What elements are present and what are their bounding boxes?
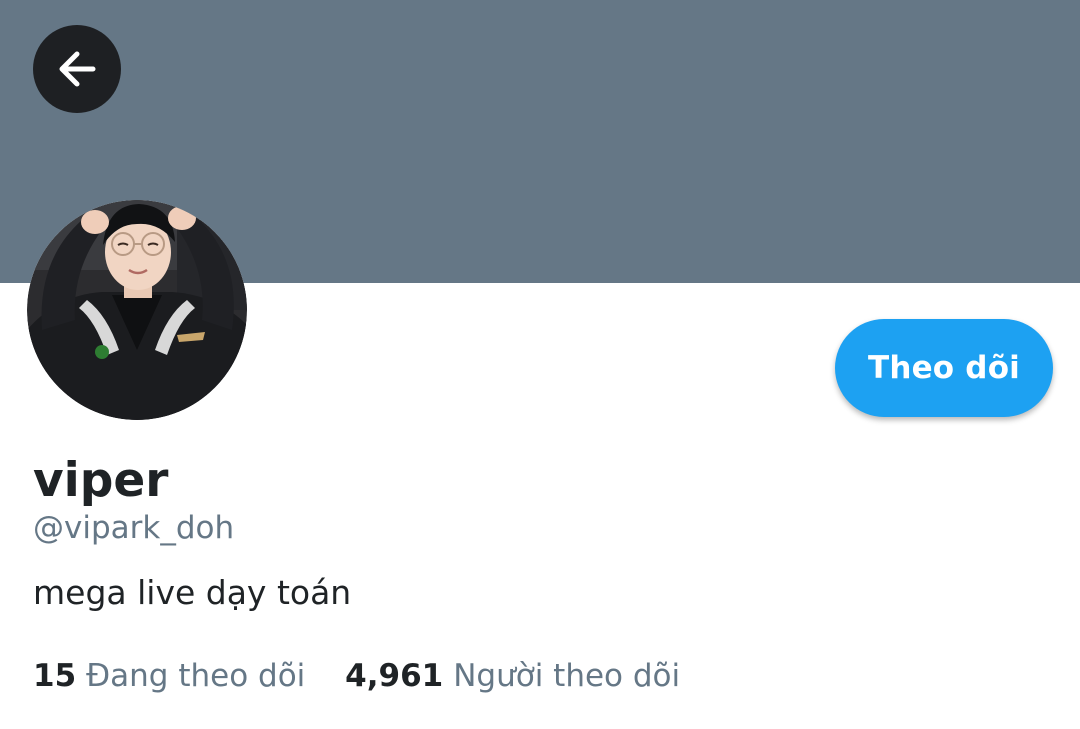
profile-bio: mega live dạy toán [33, 573, 352, 612]
back-button[interactable] [33, 25, 121, 113]
username-handle: @vipark_doh [33, 510, 235, 546]
arrow-left-icon [59, 51, 96, 87]
profile-screen: Theo dõi viper @vipark_doh mega live dạy… [0, 0, 1080, 729]
following-label: Đang theo dõi [86, 658, 306, 694]
followers-label: Người theo dõi [453, 658, 681, 694]
follow-button[interactable]: Theo dõi [835, 319, 1053, 417]
avatar[interactable] [27, 200, 247, 420]
profile-stats: 15 Đang theo dõi 4,961 Người theo dõi [33, 656, 680, 696]
profile-photo [27, 200, 247, 420]
following-count: 15 [33, 658, 77, 694]
display-name: viper [33, 453, 169, 508]
followers-stat[interactable]: 4,961 Người theo dõi [345, 656, 680, 696]
following-stat[interactable]: 15 Đang theo dõi [33, 656, 305, 696]
followers-count: 4,961 [345, 658, 444, 694]
